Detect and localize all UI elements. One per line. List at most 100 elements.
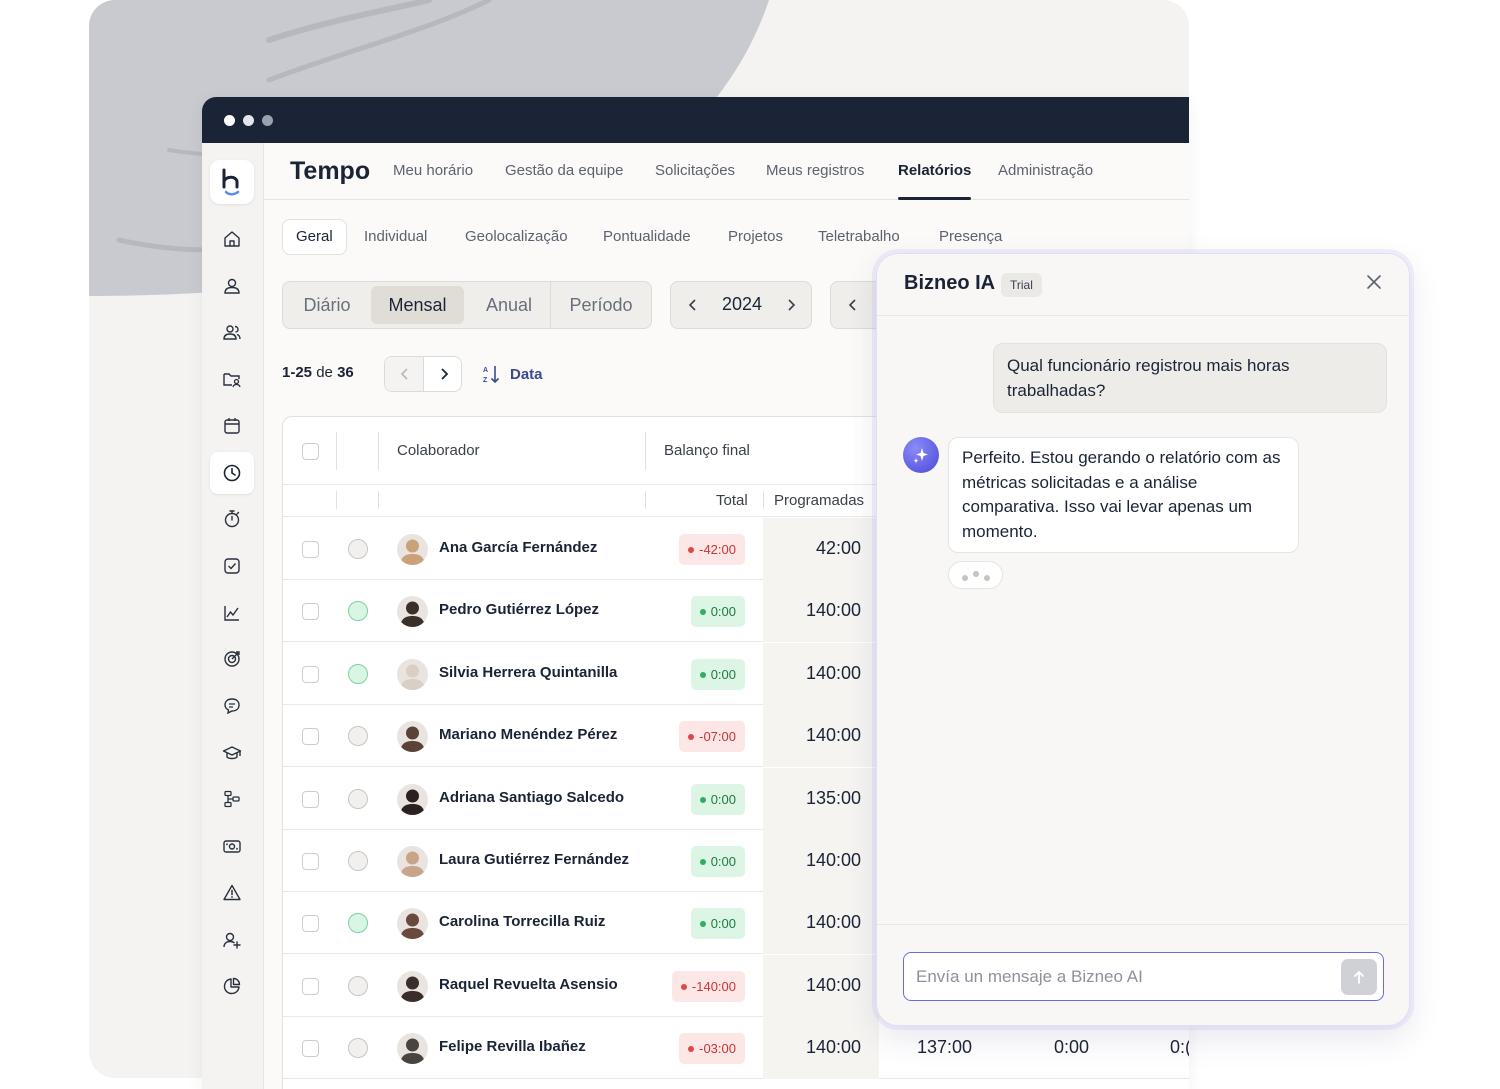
collaborator-name[interactable]: Laura Gutiérrez Fernández — [439, 851, 629, 868]
scheduled-cell: 135:00 — [763, 767, 879, 830]
stage: Tempo Meu horário Gestão da equipe Solic… — [0, 0, 1500, 1089]
scheduled-value: 140:00 — [805, 974, 861, 995]
svg-text:A: A — [483, 367, 488, 374]
window-maximize-dot[interactable] — [262, 114, 273, 126]
row-checkbox[interactable] — [302, 915, 319, 933]
sidebar-item-user[interactable] — [210, 265, 254, 307]
subtab-individual[interactable]: Individual — [364, 219, 427, 255]
chat-icon — [224, 698, 240, 715]
user-message: Qual funcionário registrou mais horas tr… — [993, 343, 1387, 413]
year-selector: 2024 — [670, 281, 812, 329]
chevron-left-icon[interactable] — [847, 299, 859, 311]
status-indicator — [348, 913, 368, 934]
subtab-pontualidade[interactable]: Pontualidade — [603, 219, 691, 255]
subtab-geral[interactable]: Geral — [282, 219, 347, 255]
sidebar — [202, 143, 264, 1089]
collaborator-name[interactable]: Ana García Fernández — [439, 539, 597, 556]
subtab-teletrabalho[interactable]: Teletrabalho — [818, 219, 900, 255]
chat-title: Bizneo IA — [904, 272, 996, 294]
collaborator-name[interactable]: Felipe Revilla Ibañez — [439, 1038, 586, 1055]
period-anual[interactable]: Anual — [469, 282, 549, 328]
header-total[interactable]: Total — [716, 492, 748, 509]
window-close-dot[interactable] — [224, 114, 235, 126]
collaborator-name[interactable]: Mariano Menéndez Pérez — [439, 726, 617, 743]
top-nav: Tempo Meu horário Gestão da equipe Solic… — [264, 143, 1189, 200]
sidebar-item-clock[interactable] — [210, 451, 254, 494]
nav-administracao[interactable]: Administração — [998, 162, 1093, 179]
person-avatar-icon — [397, 596, 428, 628]
nav-meu-horario[interactable]: Meu horário — [393, 162, 473, 179]
chat-message-input[interactable] — [903, 952, 1384, 1001]
app-logo[interactable] — [210, 160, 254, 204]
collaborator-name[interactable]: Silvia Herrera Quintanilla — [439, 664, 617, 681]
sidebar-item-line-chart[interactable] — [210, 592, 254, 634]
sidebar-item-home[interactable] — [210, 218, 254, 260]
subtab-geolocalizacao[interactable]: Geolocalização — [465, 219, 568, 255]
sidebar-item-money[interactable] — [210, 825, 254, 867]
active-tab-underline — [898, 197, 971, 200]
row-checkbox[interactable] — [302, 1040, 319, 1058]
close-icon[interactable] — [1363, 271, 1385, 293]
collaborator-name[interactable]: Raquel Revuelta Asensio — [439, 976, 618, 993]
window-titlebar — [202, 97, 1189, 143]
balance-badge: 0:00 — [690, 658, 745, 690]
header-collaborator[interactable]: Colaborador — [397, 442, 480, 459]
subtab-projetos[interactable]: Projetos — [728, 219, 783, 255]
chevron-right-icon[interactable] — [785, 299, 797, 311]
sidebar-item-user-add[interactable] — [210, 919, 254, 961]
header-scheduled[interactable]: Programadas — [774, 492, 864, 509]
scheduled-value: 140:00 — [805, 850, 861, 870]
row-checkbox[interactable] — [302, 665, 319, 683]
balance-badge: 0:00 — [690, 783, 745, 815]
column-divider — [645, 432, 646, 470]
sidebar-item-workflow[interactable] — [210, 778, 254, 820]
subtab-presenca[interactable]: Presença — [939, 219, 1002, 255]
person-avatar-icon — [397, 908, 428, 940]
chevron-left-icon — [400, 368, 408, 380]
nav-relatorios[interactable]: Relatórios — [898, 162, 971, 179]
collaborator-name[interactable]: Pedro Gutiérrez López — [439, 601, 599, 618]
clock-icon — [223, 464, 241, 481]
row-checkbox[interactable] — [302, 728, 319, 746]
row-checkbox[interactable] — [302, 603, 319, 621]
prev-page-button[interactable] — [385, 357, 424, 391]
row-checkbox[interactable] — [302, 541, 319, 558]
period-mensal[interactable]: Mensal — [371, 286, 464, 324]
sidebar-item-folder-user[interactable] — [210, 358, 254, 400]
period-diario[interactable]: Diário — [283, 282, 371, 328]
nav-meus-registros[interactable]: Meus registros — [766, 162, 864, 179]
target-icon — [224, 651, 240, 667]
sidebar-item-pie-chart[interactable] — [210, 965, 254, 1007]
home-icon — [224, 231, 240, 247]
row-checkbox[interactable] — [302, 853, 319, 870]
sidebar-item-chat[interactable] — [210, 685, 254, 727]
balance-badge: -07:00 — [679, 721, 745, 753]
scheduled-value: 140:00 — [805, 1037, 861, 1058]
sidebar-item-checkbox[interactable] — [210, 545, 254, 587]
nav-solicitacoes[interactable]: Solicitações — [655, 162, 735, 179]
select-all-checkbox[interactable] — [302, 443, 319, 460]
nav-gestao-equipe[interactable]: Gestão da equipe — [505, 162, 623, 179]
balance-badge: -140:00 — [671, 970, 745, 1002]
period-periodo[interactable]: Período — [551, 282, 651, 328]
collaborator-name[interactable]: Carolina Torrecilla Ruiz — [439, 913, 605, 930]
graduation-cap-icon — [222, 745, 242, 759]
sidebar-item-users[interactable] — [210, 311, 254, 353]
row-checkbox[interactable] — [302, 790, 319, 808]
row-checkbox[interactable] — [302, 977, 319, 995]
sidebar-item-graduation-cap[interactable] — [210, 732, 254, 774]
header-final-balance[interactable]: Balanço final — [664, 442, 750, 459]
next-page-button[interactable] — [424, 357, 463, 391]
sort-by-date-button[interactable]: A Z Data — [482, 364, 543, 385]
table-row[interactable]: Felipe Revilla Ibañez -03:00 140:00 137:00 0… — [283, 1017, 1189, 1080]
sidebar-item-stopwatch[interactable] — [210, 498, 254, 540]
collaborator-name[interactable]: Adriana Santiago Salcedo — [439, 789, 624, 806]
sidebar-item-calendar[interactable] — [210, 405, 254, 447]
sort-label: Data — [510, 365, 543, 383]
sidebar-item-warning[interactable] — [210, 872, 254, 914]
ai-message: Perfeito. Estou gerando o relatório com … — [948, 437, 1299, 553]
avatar — [397, 596, 428, 628]
sidebar-item-target[interactable] — [210, 638, 254, 680]
send-button[interactable] — [1341, 959, 1377, 995]
window-minimize-dot[interactable] — [243, 114, 254, 126]
